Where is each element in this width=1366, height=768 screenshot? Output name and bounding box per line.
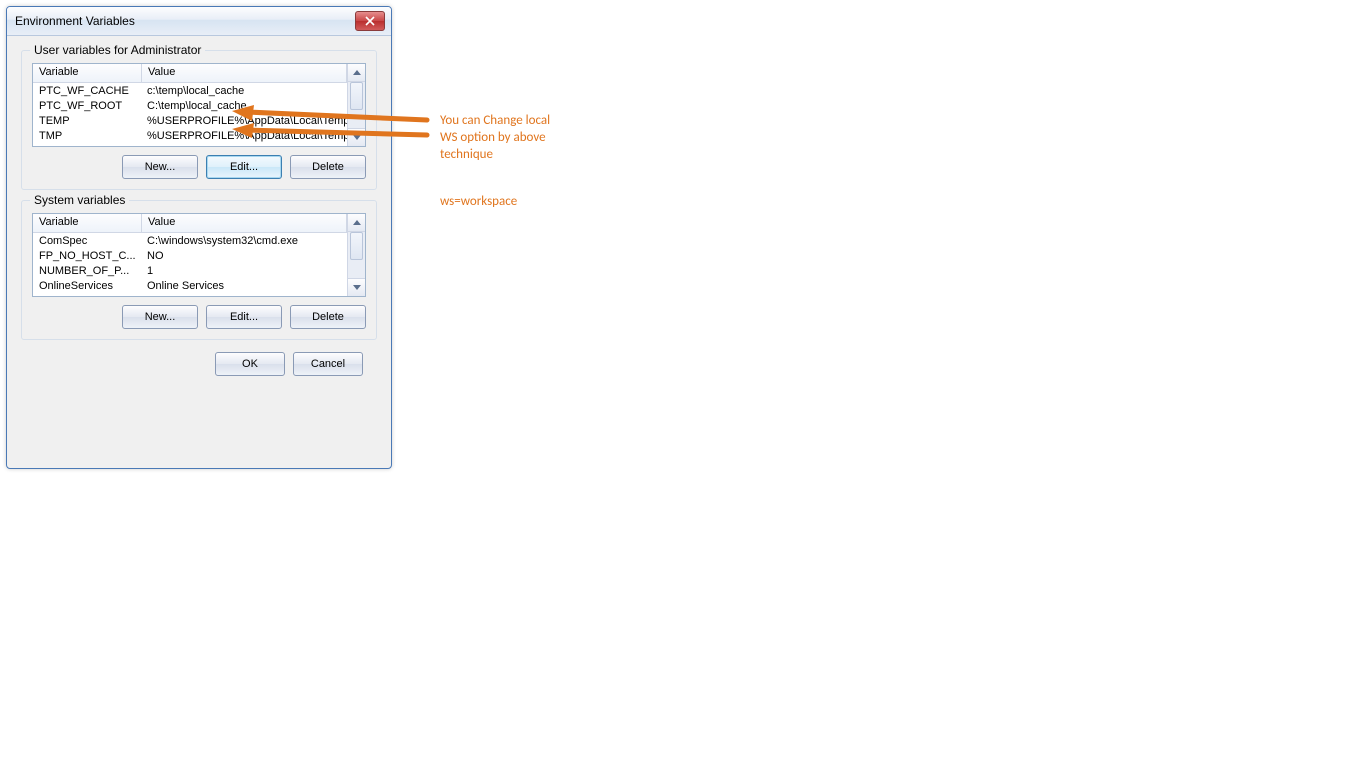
annotation-arrow <box>232 122 432 152</box>
dialog-button-row: OK Cancel <box>21 350 377 376</box>
cell-variable: NUMBER_OF_P... <box>33 265 141 277</box>
annotation-text: You can Change local WS option by above … <box>440 112 550 163</box>
cell-variable: PTC_WF_ROOT <box>33 100 141 112</box>
table-row[interactable]: OnlineServices Online Services <box>33 278 347 293</box>
cell-value: NO <box>141 250 347 262</box>
sys-vars-button-row: New... Edit... Delete <box>32 305 366 329</box>
new-button[interactable]: New... <box>122 155 198 179</box>
column-header-value[interactable]: Value <box>142 214 347 232</box>
table-row[interactable]: ComSpec C:\windows\system32\cmd.exe <box>33 233 347 248</box>
cell-value: C:\windows\system32\cmd.exe <box>141 235 347 247</box>
cell-value: Online Services <box>141 280 347 292</box>
column-header-variable[interactable]: Variable <box>33 64 142 82</box>
chevron-down-icon <box>353 285 361 290</box>
column-header-variable[interactable]: Variable <box>33 214 142 232</box>
cell-variable: FP_NO_HOST_C... <box>33 250 141 262</box>
column-header-value[interactable]: Value <box>142 64 347 82</box>
cell-variable: OnlineServices <box>33 280 141 292</box>
delete-button[interactable]: Delete <box>290 155 366 179</box>
close-button[interactable] <box>355 11 385 31</box>
edit-button[interactable]: Edit... <box>206 155 282 179</box>
system-variables-label: System variables <box>30 193 129 207</box>
table-row[interactable]: PTC_WF_CACHE c:\temp\local_cache <box>33 83 347 98</box>
cell-variable: PTC_WF_CACHE <box>33 85 141 97</box>
table-header[interactable]: Variable Value <box>33 214 347 233</box>
ok-button[interactable]: OK <box>215 352 285 376</box>
scroll-track[interactable] <box>348 232 365 278</box>
cell-value: c:\temp\local_cache <box>141 85 347 97</box>
cell-variable: TMP <box>33 130 141 142</box>
cell-variable: TEMP <box>33 115 141 127</box>
annotation-line: WS option by above <box>440 129 550 146</box>
annotation-line: technique <box>440 146 550 163</box>
chevron-up-icon <box>353 220 361 225</box>
title-bar[interactable]: Environment Variables <box>7 7 391 36</box>
scrollbar[interactable] <box>347 214 365 296</box>
annotation-text: ws=workspace <box>440 194 517 209</box>
title-text: Environment Variables <box>15 14 355 28</box>
scroll-up-button[interactable] <box>348 64 365 82</box>
close-icon <box>365 16 375 26</box>
user-vars-button-row: New... Edit... Delete <box>32 155 366 179</box>
scroll-down-button[interactable] <box>348 278 365 296</box>
chevron-up-icon <box>353 70 361 75</box>
environment-variables-dialog: Environment Variables User variables for… <box>6 6 392 469</box>
user-variables-label: User variables for Administrator <box>30 43 205 57</box>
edit-button[interactable]: Edit... <box>206 305 282 329</box>
table-header[interactable]: Variable Value <box>33 64 347 83</box>
scroll-up-button[interactable] <box>348 214 365 232</box>
cancel-button[interactable]: Cancel <box>293 352 363 376</box>
annotation-line: You can Change local <box>440 112 550 129</box>
cell-value: 1 <box>141 265 347 277</box>
delete-button[interactable]: Delete <box>290 305 366 329</box>
system-variables-table[interactable]: Variable Value ComSpec C:\windows\system… <box>32 213 366 297</box>
cell-variable: ComSpec <box>33 235 141 247</box>
scroll-thumb[interactable] <box>350 232 363 260</box>
table-row[interactable]: FP_NO_HOST_C... NO <box>33 248 347 263</box>
dialog-body: User variables for Administrator Variabl… <box>7 36 391 386</box>
new-button[interactable]: New... <box>122 305 198 329</box>
system-variables-group: System variables Variable Value ComSpec … <box>21 200 377 340</box>
table-row[interactable]: NUMBER_OF_P... 1 <box>33 263 347 278</box>
